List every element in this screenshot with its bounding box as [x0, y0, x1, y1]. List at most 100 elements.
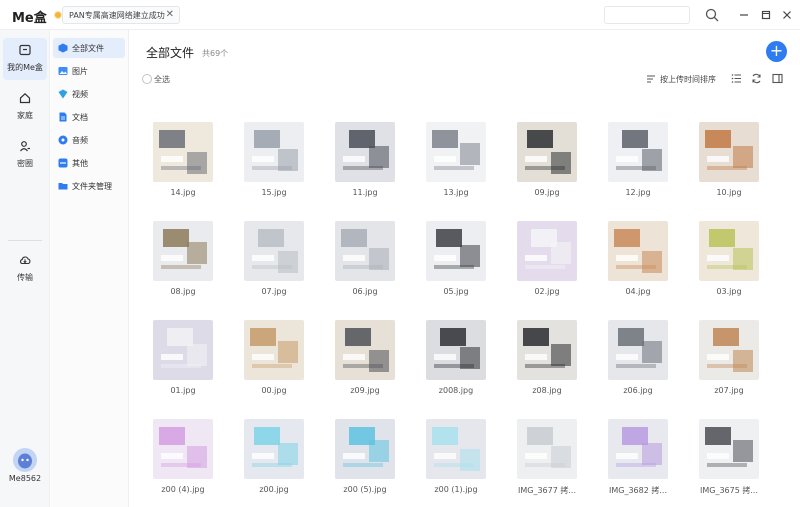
file-tile[interactable]: 05.jpg	[416, 221, 496, 309]
file-tile[interactable]: 11.jpg	[325, 122, 405, 210]
file-tile[interactable]: 08.jpg	[143, 221, 223, 309]
nav-divider	[8, 240, 42, 241]
file-thumbnail	[608, 320, 668, 380]
file-tile[interactable]: 01.jpg	[143, 320, 223, 408]
file-tile[interactable]: 06.jpg	[325, 221, 405, 309]
file-tile[interactable]: z06.jpg	[598, 320, 678, 408]
nav-item-transfer[interactable]: 传输	[3, 248, 47, 290]
category-audio[interactable]: 音频	[53, 130, 125, 150]
file-tile[interactable]: IMG_3677 拷...	[507, 419, 587, 507]
file-tile[interactable]: 12.jpg	[598, 122, 678, 210]
category-images[interactable]: 图片	[53, 61, 125, 81]
thumbnail-detail	[642, 251, 662, 273]
nav-item-label: 家庭	[17, 111, 33, 120]
file-tile[interactable]: 13.jpg	[416, 122, 496, 210]
file-tile[interactable]: 03.jpg	[689, 221, 769, 309]
thumbnail-detail	[440, 328, 466, 346]
select-all-checkbox[interactable]	[142, 74, 152, 84]
thumbnail-detail	[642, 443, 662, 465]
file-tile[interactable]: z008.jpg	[416, 320, 496, 408]
file-tile[interactable]: IMG_3675 拷...	[689, 419, 769, 507]
thumbnail-detail	[252, 265, 292, 269]
refresh-icon[interactable]	[751, 73, 762, 84]
file-tile[interactable]: z08.jpg	[507, 320, 587, 408]
file-thumbnail	[335, 419, 395, 479]
close-icon[interactable]: ✕	[166, 9, 174, 20]
file-tile[interactable]: 14.jpg	[143, 122, 223, 210]
thumbnail-detail	[343, 255, 365, 261]
thumbnail-detail	[434, 265, 474, 269]
nav-item-circle[interactable]: 密圈	[3, 134, 47, 176]
thumbnail-detail	[252, 255, 274, 261]
file-tile[interactable]: z00 (5).jpg	[325, 419, 405, 507]
add-button[interactable]: +	[766, 41, 787, 62]
sort-icon[interactable]	[646, 74, 656, 84]
file-thumbnail	[244, 221, 304, 281]
thumbnail-detail	[434, 156, 456, 162]
file-thumbnail	[335, 122, 395, 182]
list-view-icon[interactable]	[731, 73, 742, 84]
file-tile[interactable]: z00 (4).jpg	[143, 419, 223, 507]
thumbnail-detail	[252, 364, 292, 368]
file-tile[interactable]: 07.jpg	[234, 221, 314, 309]
panel-toggle-icon[interactable]	[772, 73, 783, 84]
file-tile[interactable]: z00 (1).jpg	[416, 419, 496, 507]
file-thumbnail	[699, 320, 759, 380]
thumbnail-detail	[525, 166, 565, 170]
category-videos[interactable]: 视频	[53, 84, 125, 104]
thumbnail-detail	[614, 229, 640, 247]
file-tile[interactable]: 02.jpg	[507, 221, 587, 309]
file-tile[interactable]: 15.jpg	[234, 122, 314, 210]
file-name: z06.jpg	[623, 386, 653, 395]
nav-item-family[interactable]: 家庭	[3, 86, 47, 128]
maximize-icon[interactable]	[760, 9, 772, 21]
thumbnail-detail	[709, 229, 735, 247]
file-tile[interactable]: 04.jpg	[598, 221, 678, 309]
file-tile[interactable]: 10.jpg	[689, 122, 769, 210]
search-input[interactable]	[604, 6, 690, 24]
file-name: z07.jpg	[714, 386, 744, 395]
category-label: 文档	[72, 113, 88, 122]
thumbnail-detail	[707, 463, 747, 467]
nav-item-label: 我的Me盒	[7, 63, 43, 72]
nav-item-my-box[interactable]: 我的Me盒	[3, 38, 47, 80]
category-folder-management[interactable]: 文件夹管理	[53, 176, 125, 196]
file-tile[interactable]: z07.jpg	[689, 320, 769, 408]
file-thumbnail	[244, 419, 304, 479]
thumbnail-detail	[713, 328, 739, 346]
thumbnail-detail	[432, 427, 458, 445]
file-tile[interactable]: z09.jpg	[325, 320, 405, 408]
thumbnail-detail	[622, 130, 648, 148]
folder-icon	[58, 183, 68, 190]
file-browser: 14.jpg 15.jpg 11.jpg 13.jpg 09.jpg 12.jpg 10.j…	[130, 30, 800, 507]
thumbnail-detail	[161, 265, 201, 269]
category-documents[interactable]: 文档	[53, 107, 125, 127]
sort-dropdown[interactable]: 按上传时间排序	[660, 74, 716, 85]
category-all-files[interactable]: 全部文件	[53, 38, 125, 58]
file-name: 02.jpg	[534, 287, 560, 296]
avatar-mascot-icon	[18, 453, 32, 469]
file-tile[interactable]: z00.jpg	[234, 419, 314, 507]
thumbnail-detail	[551, 152, 571, 174]
avatar[interactable]	[13, 448, 37, 472]
file-name: 09.jpg	[534, 188, 560, 197]
file-count: 共69个	[202, 49, 229, 58]
thumbnail-detail	[525, 265, 565, 269]
file-tile[interactable]: 09.jpg	[507, 122, 587, 210]
thumbnail-detail	[187, 344, 207, 366]
file-name: 04.jpg	[625, 287, 651, 296]
file-tile[interactable]: IMG_3682 拷...	[598, 419, 678, 507]
app-logo: Me盒	[12, 11, 47, 26]
thumbnail-detail	[707, 255, 729, 261]
thumbnail-detail	[252, 354, 274, 360]
file-tile[interactable]: 00.jpg	[234, 320, 314, 408]
thumbnail-detail	[434, 463, 474, 467]
people-icon	[20, 141, 30, 152]
search-icon[interactable]	[705, 8, 719, 22]
thumbnail-detail	[705, 427, 731, 445]
category-other[interactable]: 其他	[53, 153, 125, 173]
minimize-icon[interactable]	[738, 9, 750, 21]
close-window-icon[interactable]	[781, 9, 793, 21]
thumbnail-detail	[343, 463, 383, 467]
notification-tab[interactable]: PAN专属高速网络建立成功 ✕	[62, 6, 180, 24]
